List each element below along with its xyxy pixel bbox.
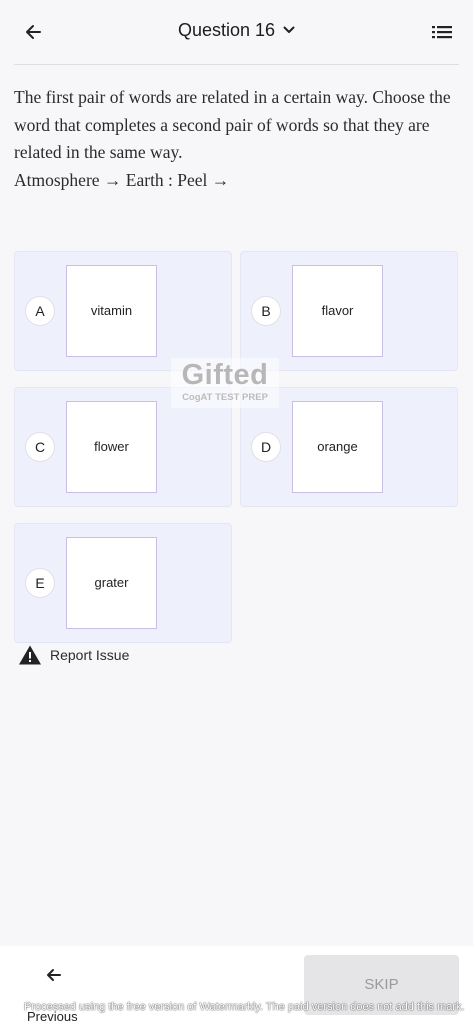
question-analogy: Atmosphere → Earth : Peel → [14,169,230,190]
report-issue-label: Report Issue [50,647,130,663]
chevron-down-icon [283,21,295,39]
arrow-left-icon [47,969,61,981]
option-letter: A [25,296,55,326]
option-word: vitamin [66,265,157,357]
option-letter: B [251,296,281,326]
option-a-card[interactable]: A vitamin [14,251,232,371]
option-letter: D [251,432,281,462]
watermark-brand: Gifted [181,359,269,391]
header-divider [14,64,459,65]
watermark-tagline: CogAT TEST PREP [182,392,268,403]
option-word: flower [66,401,157,493]
option-b-card[interactable]: B flavor [240,251,458,371]
question-selector[interactable]: Question 16 [0,20,473,41]
option-word: grater [66,537,157,629]
warning-icon [19,645,41,665]
option-e-card[interactable]: E grater [14,523,232,643]
question-list-button[interactable] [429,20,455,44]
option-word: flavor [292,265,383,357]
list-icon [432,26,452,39]
watermarkly-notice: Processed using the free version of Wate… [24,1001,465,1013]
top-bar: Question 16 [0,0,473,64]
page-title: Question 16 [177,20,276,40]
gifted-watermark: Gifted CogAT TEST PREP [171,358,279,408]
question-text-block: The first pair of words are related in a… [14,84,454,194]
option-letter: C [25,432,55,462]
option-word: orange [292,401,383,493]
option-letter: E [25,568,55,598]
question-prompt: The first pair of words are related in a… [14,87,451,162]
